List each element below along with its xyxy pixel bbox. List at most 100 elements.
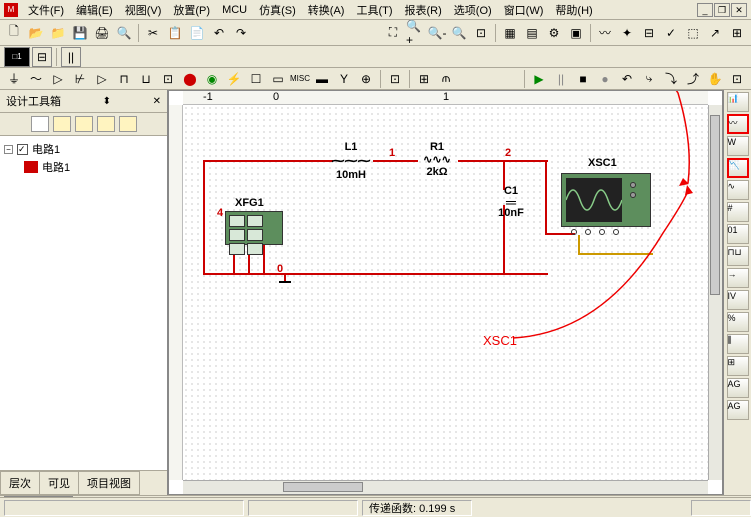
capture-icon[interactable]: ⬚ [683, 23, 703, 43]
mixed-icon[interactable]: ⬤ [180, 69, 200, 89]
grapher-icon[interactable]: ▤ [522, 23, 542, 43]
menu-file[interactable]: 文件(F) [22, 0, 70, 20]
advanced-icon[interactable]: ▭ [268, 69, 288, 89]
postprocessor-icon[interactable]: ⚙ [544, 23, 564, 43]
spreadsheet-icon[interactable]: ▦ [500, 23, 520, 43]
menu-place[interactable]: 放置(P) [167, 0, 216, 20]
tab-layer[interactable]: 层次 [0, 471, 40, 495]
menu-view[interactable]: 视图(V) [119, 0, 168, 20]
tree-checkbox[interactable] [17, 144, 28, 155]
bode-plotter-icon[interactable]: ∿ [727, 180, 749, 200]
tree-root-row[interactable]: − 电路1 [4, 140, 163, 158]
pause-view-icon[interactable]: || [61, 47, 81, 67]
stop-icon[interactable]: ■ [573, 69, 593, 89]
agilent-gen-icon[interactable]: AG [727, 378, 749, 398]
interactive-icon[interactable]: ✋ [705, 69, 725, 89]
agilent-mm-icon[interactable]: AG [727, 400, 749, 420]
run-icon[interactable]: ▶ [529, 69, 549, 89]
open-samples-icon[interactable]: 📁 [48, 23, 68, 43]
tab-project[interactable]: 项目视图 [78, 471, 140, 495]
wire[interactable] [203, 160, 205, 275]
capacitor-c1[interactable]: C1 ═ 10nF [491, 185, 531, 219]
distortion-icon[interactable]: % [727, 312, 749, 332]
open-icon[interactable]: 📂 [26, 23, 46, 43]
menu-trans[interactable]: 转换(A) [302, 0, 351, 20]
restore-button[interactable]: ❐ [714, 3, 730, 17]
forward-annotate-icon[interactable]: ⊞ [727, 23, 747, 43]
bus-icon[interactable]: ⫙ [436, 69, 456, 89]
copy-icon[interactable]: 📋 [165, 23, 185, 43]
power-icon[interactable]: ⚡ [224, 69, 244, 89]
scope-pin[interactable] [613, 229, 619, 235]
analysis-icon[interactable]: 〰 [595, 23, 615, 43]
list-icon[interactable] [119, 116, 137, 132]
scrollbar-horizontal[interactable] [183, 480, 708, 494]
diode-icon[interactable]: ▷ [48, 69, 68, 89]
nI-icon[interactable]: Y [334, 69, 354, 89]
oscilloscope-icon[interactable]: 📉 [727, 158, 749, 178]
iv-analyzer-icon[interactable]: IV [727, 290, 749, 310]
in-use-list-icon[interactable]: □1 [4, 47, 30, 67]
multimeter-icon[interactable]: 📊 [727, 92, 749, 112]
wire[interactable] [373, 160, 418, 162]
close-button[interactable]: ✕ [731, 3, 747, 17]
menu-help[interactable]: 帮助(H) [549, 0, 598, 20]
schematic-canvas[interactable]: -1 0 1 XFG1 XSC1 [168, 90, 723, 495]
scope-pin[interactable] [585, 229, 591, 235]
electromech-icon[interactable]: ▬ [312, 69, 332, 89]
wire[interactable] [578, 235, 580, 255]
wattmeter-icon[interactable]: W [727, 136, 749, 156]
ground-symbol[interactable] [277, 275, 293, 289]
inductor-l1[interactable]: L1 ⁓⁓⁓ 10mH [331, 141, 371, 181]
wire[interactable] [203, 160, 333, 162]
word-gen-icon[interactable]: 01 [727, 224, 749, 244]
redo-icon[interactable]: ↷ [231, 23, 251, 43]
menu-tools[interactable]: 工具(T) [350, 0, 398, 20]
open-folder-icon[interactable] [53, 116, 71, 132]
toolbox-pin-icon[interactable]: ⬍ [103, 96, 111, 107]
minimize-button[interactable]: _ [697, 3, 713, 17]
paste-icon[interactable]: 📄 [187, 23, 207, 43]
pause-icon[interactable]: || [551, 69, 571, 89]
cmos-icon[interactable]: ⊔ [136, 69, 156, 89]
print-preview-icon[interactable]: 🔍 [114, 23, 134, 43]
transistor-icon[interactable]: ⊬ [70, 69, 90, 89]
indicator-icon[interactable]: ◉ [202, 69, 222, 89]
erc-icon[interactable]: ✓ [661, 23, 681, 43]
misc-digital-icon[interactable]: ⊡ [158, 69, 178, 89]
zoom-out-icon[interactable]: 🔍- [427, 23, 447, 43]
record-icon[interactable]: ● [595, 69, 615, 89]
tab-visible[interactable]: 可见 [39, 471, 79, 495]
step-out-icon[interactable]: ⤴ [683, 69, 703, 89]
new-icon[interactable]: 🗋 [4, 23, 24, 43]
zoom-fit-icon[interactable]: ⊡ [471, 23, 491, 43]
function-generator-xfg1[interactable] [225, 211, 283, 245]
schematic-sheet[interactable]: XFG1 XSC1 [183, 105, 708, 480]
component-icon[interactable]: ⊟ [32, 47, 52, 67]
hierarchy-icon[interactable]: ⊞ [414, 69, 434, 89]
oscilloscope-xsc1[interactable] [561, 173, 651, 227]
back-annotate-icon[interactable]: ↗ [705, 23, 725, 43]
menu-report[interactable]: 报表(R) [399, 0, 448, 20]
menu-mcu[interactable]: MCU [216, 2, 253, 18]
misc-icon[interactable]: ☐ [246, 69, 266, 89]
freq-counter-icon[interactable]: # [727, 202, 749, 222]
breadboard-icon[interactable]: ▣ [566, 23, 586, 43]
step-icon[interactable]: ⤷ [639, 69, 659, 89]
mcu-icon[interactable]: ⊡ [385, 69, 405, 89]
wire[interactable] [578, 253, 653, 255]
settings-icon[interactable]: ⊡ [727, 69, 747, 89]
ttl-icon[interactable]: ⊓ [114, 69, 134, 89]
design-tree[interactable]: − 电路1 电路1 [0, 136, 167, 470]
spectrum-icon[interactable]: ⫼ [727, 334, 749, 354]
tree-child-row[interactable]: 电路1 [4, 158, 163, 176]
cut-icon[interactable]: ✂ [143, 23, 163, 43]
connector-icon[interactable]: ⊕ [356, 69, 376, 89]
source-icon[interactable]: ⏚ [4, 69, 24, 89]
step-back-icon[interactable]: ↶ [617, 69, 637, 89]
full-screen-icon[interactable]: ⛶ [383, 23, 403, 43]
menu-window[interactable]: 窗口(W) [498, 0, 550, 20]
scope-pin[interactable] [571, 229, 577, 235]
refresh-icon[interactable] [97, 116, 115, 132]
component-wizard-icon[interactable]: ✦ [617, 23, 637, 43]
